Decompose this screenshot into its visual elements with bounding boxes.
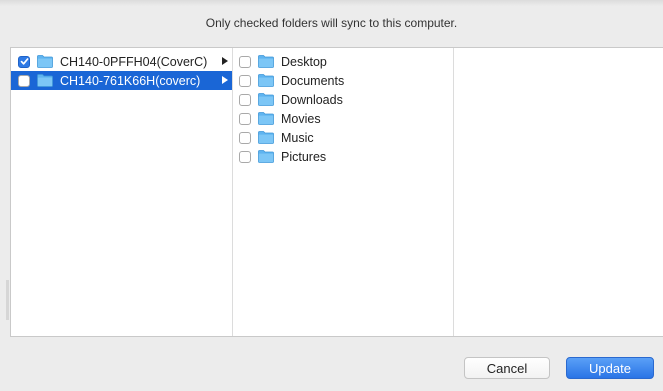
folder-checkbox[interactable] bbox=[239, 55, 251, 68]
subfolders-column[interactable] bbox=[454, 48, 663, 336]
folder-checkbox[interactable] bbox=[239, 112, 251, 125]
disclosure-arrow-icon[interactable] bbox=[222, 76, 228, 84]
folder-row-movies[interactable]: Movies bbox=[233, 109, 453, 128]
folder-label: Downloads bbox=[281, 92, 343, 107]
folder-browser: CH140-0PFFH04(CoverC) CH140-761K66H(cove… bbox=[10, 47, 663, 337]
account-label: CH140-761K66H(coverc) bbox=[60, 73, 201, 88]
folder-icon bbox=[37, 74, 53, 87]
cancel-button[interactable]: Cancel bbox=[464, 357, 550, 379]
account-row-selected[interactable]: CH140-761K66H(coverc) bbox=[11, 71, 232, 90]
folder-checkbox[interactable] bbox=[239, 93, 251, 106]
folder-label: Desktop bbox=[281, 54, 327, 69]
folder-row-downloads[interactable]: Downloads bbox=[233, 90, 453, 109]
folders-column[interactable]: Desktop Documents Downloads Movies Music… bbox=[233, 48, 454, 336]
window-edge-strip bbox=[6, 280, 9, 320]
folder-checkbox[interactable] bbox=[239, 74, 251, 87]
folder-icon bbox=[258, 112, 274, 125]
checkmark-icon bbox=[20, 58, 28, 65]
sync-instruction: Only checked folders will sync to this c… bbox=[205, 16, 458, 30]
folder-icon bbox=[258, 74, 274, 87]
folder-checkbox[interactable] bbox=[239, 150, 251, 163]
folder-row-desktop[interactable]: Desktop bbox=[233, 52, 453, 71]
folder-row-pictures[interactable]: Pictures bbox=[233, 147, 453, 166]
folder-icon bbox=[258, 131, 274, 144]
folder-icon bbox=[258, 150, 274, 163]
folder-checkbox[interactable] bbox=[239, 131, 251, 144]
folder-icon bbox=[258, 55, 274, 68]
folder-row-documents[interactable]: Documents bbox=[233, 71, 453, 90]
folder-icon bbox=[258, 93, 274, 106]
folder-label: Documents bbox=[281, 73, 345, 88]
folder-label: Pictures bbox=[281, 149, 327, 164]
update-button[interactable]: Update bbox=[566, 357, 654, 379]
account-row[interactable]: CH140-0PFFH04(CoverC) bbox=[11, 52, 232, 71]
folder-label: Music bbox=[281, 130, 314, 145]
accounts-column[interactable]: CH140-0PFFH04(CoverC) CH140-761K66H(cove… bbox=[11, 48, 233, 336]
disclosure-arrow-icon[interactable] bbox=[222, 57, 228, 65]
window-top-edge bbox=[0, 0, 663, 6]
folder-row-music[interactable]: Music bbox=[233, 128, 453, 147]
folder-label: Movies bbox=[281, 111, 321, 126]
account-checkbox[interactable] bbox=[18, 55, 30, 68]
folder-icon bbox=[37, 55, 53, 68]
account-checkbox[interactable] bbox=[18, 74, 30, 87]
account-label: CH140-0PFFH04(CoverC) bbox=[60, 54, 208, 69]
